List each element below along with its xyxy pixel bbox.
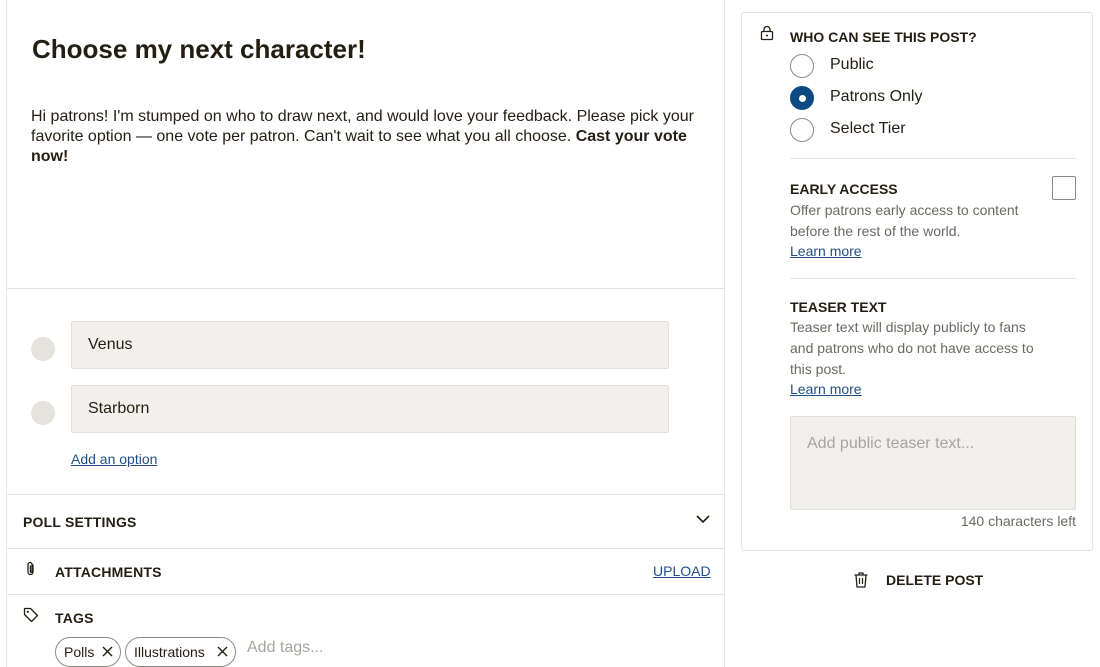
divider (7, 288, 725, 289)
post-title[interactable]: Choose my next character! (32, 34, 366, 65)
poll-settings-label[interactable]: POLL SETTINGS (23, 514, 137, 530)
radio-label: Public (830, 56, 874, 73)
early-access-description: Offer patrons early access to content be… (790, 202, 1019, 239)
tag-chip-illustrations[interactable]: Illustrations (125, 637, 236, 667)
tag-icon (23, 607, 39, 623)
teaser-heading: TEASER TEXT (790, 299, 887, 315)
teaser-description: Teaser text will display publicly to fan… (790, 319, 1034, 377)
upload-link[interactable]: UPLOAD (653, 563, 711, 579)
tags-input[interactable]: Add tags... (247, 639, 324, 657)
teaser-textarea[interactable]: Add public teaser text... (790, 416, 1076, 510)
post-body[interactable]: Hi patrons! I'm stumped on who to draw n… (31, 107, 711, 167)
radio-label: Patrons Only (830, 88, 923, 105)
radio-button-selected[interactable] (790, 86, 814, 110)
visibility-heading: WHO CAN SEE THIS POST? (790, 29, 977, 45)
poll-option-radio (31, 337, 55, 361)
tags-label: TAGS (55, 610, 94, 626)
trash-icon (854, 572, 868, 588)
teaser-placeholder: Add public teaser text... (807, 435, 975, 452)
post-settings-panel: WHO CAN SEE THIS POST? Public Patrons On… (741, 12, 1093, 551)
poll-option-input[interactable]: Venus (71, 321, 669, 369)
close-icon[interactable] (102, 646, 113, 657)
divider (7, 594, 725, 595)
poll-option-input[interactable]: Starborn (71, 385, 669, 433)
early-access-learn-more-link[interactable]: Learn more (790, 243, 862, 259)
divider (7, 548, 725, 549)
add-option-link[interactable]: Add an option (71, 451, 157, 467)
divider (790, 158, 1076, 159)
delete-post-label: DELETE POST (886, 572, 984, 588)
early-access-heading: EARLY ACCESS (790, 181, 898, 197)
tag-chip-polls[interactable]: Polls (55, 637, 121, 667)
chevron-down-icon[interactable] (696, 514, 710, 524)
divider (7, 494, 725, 495)
paperclip-icon (27, 561, 34, 576)
tag-chip-label: Illustrations (134, 644, 205, 660)
lock-icon (760, 25, 774, 41)
teaser-learn-more-link[interactable]: Learn more (790, 381, 862, 397)
tag-chip-label: Polls (64, 644, 95, 660)
close-icon[interactable] (217, 646, 228, 657)
radio-label: Select Tier (830, 120, 906, 137)
divider (790, 278, 1076, 279)
attachments-label: ATTACHMENTS (55, 564, 162, 580)
early-access-checkbox[interactable] (1052, 176, 1076, 200)
post-editor: Choose my next character! Hi patrons! I'… (6, 0, 725, 667)
radio-button[interactable] (790, 118, 814, 142)
radio-button[interactable] (790, 54, 814, 78)
characters-left-count: 140 characters left (960, 513, 1076, 529)
poll-option-radio (31, 401, 55, 425)
